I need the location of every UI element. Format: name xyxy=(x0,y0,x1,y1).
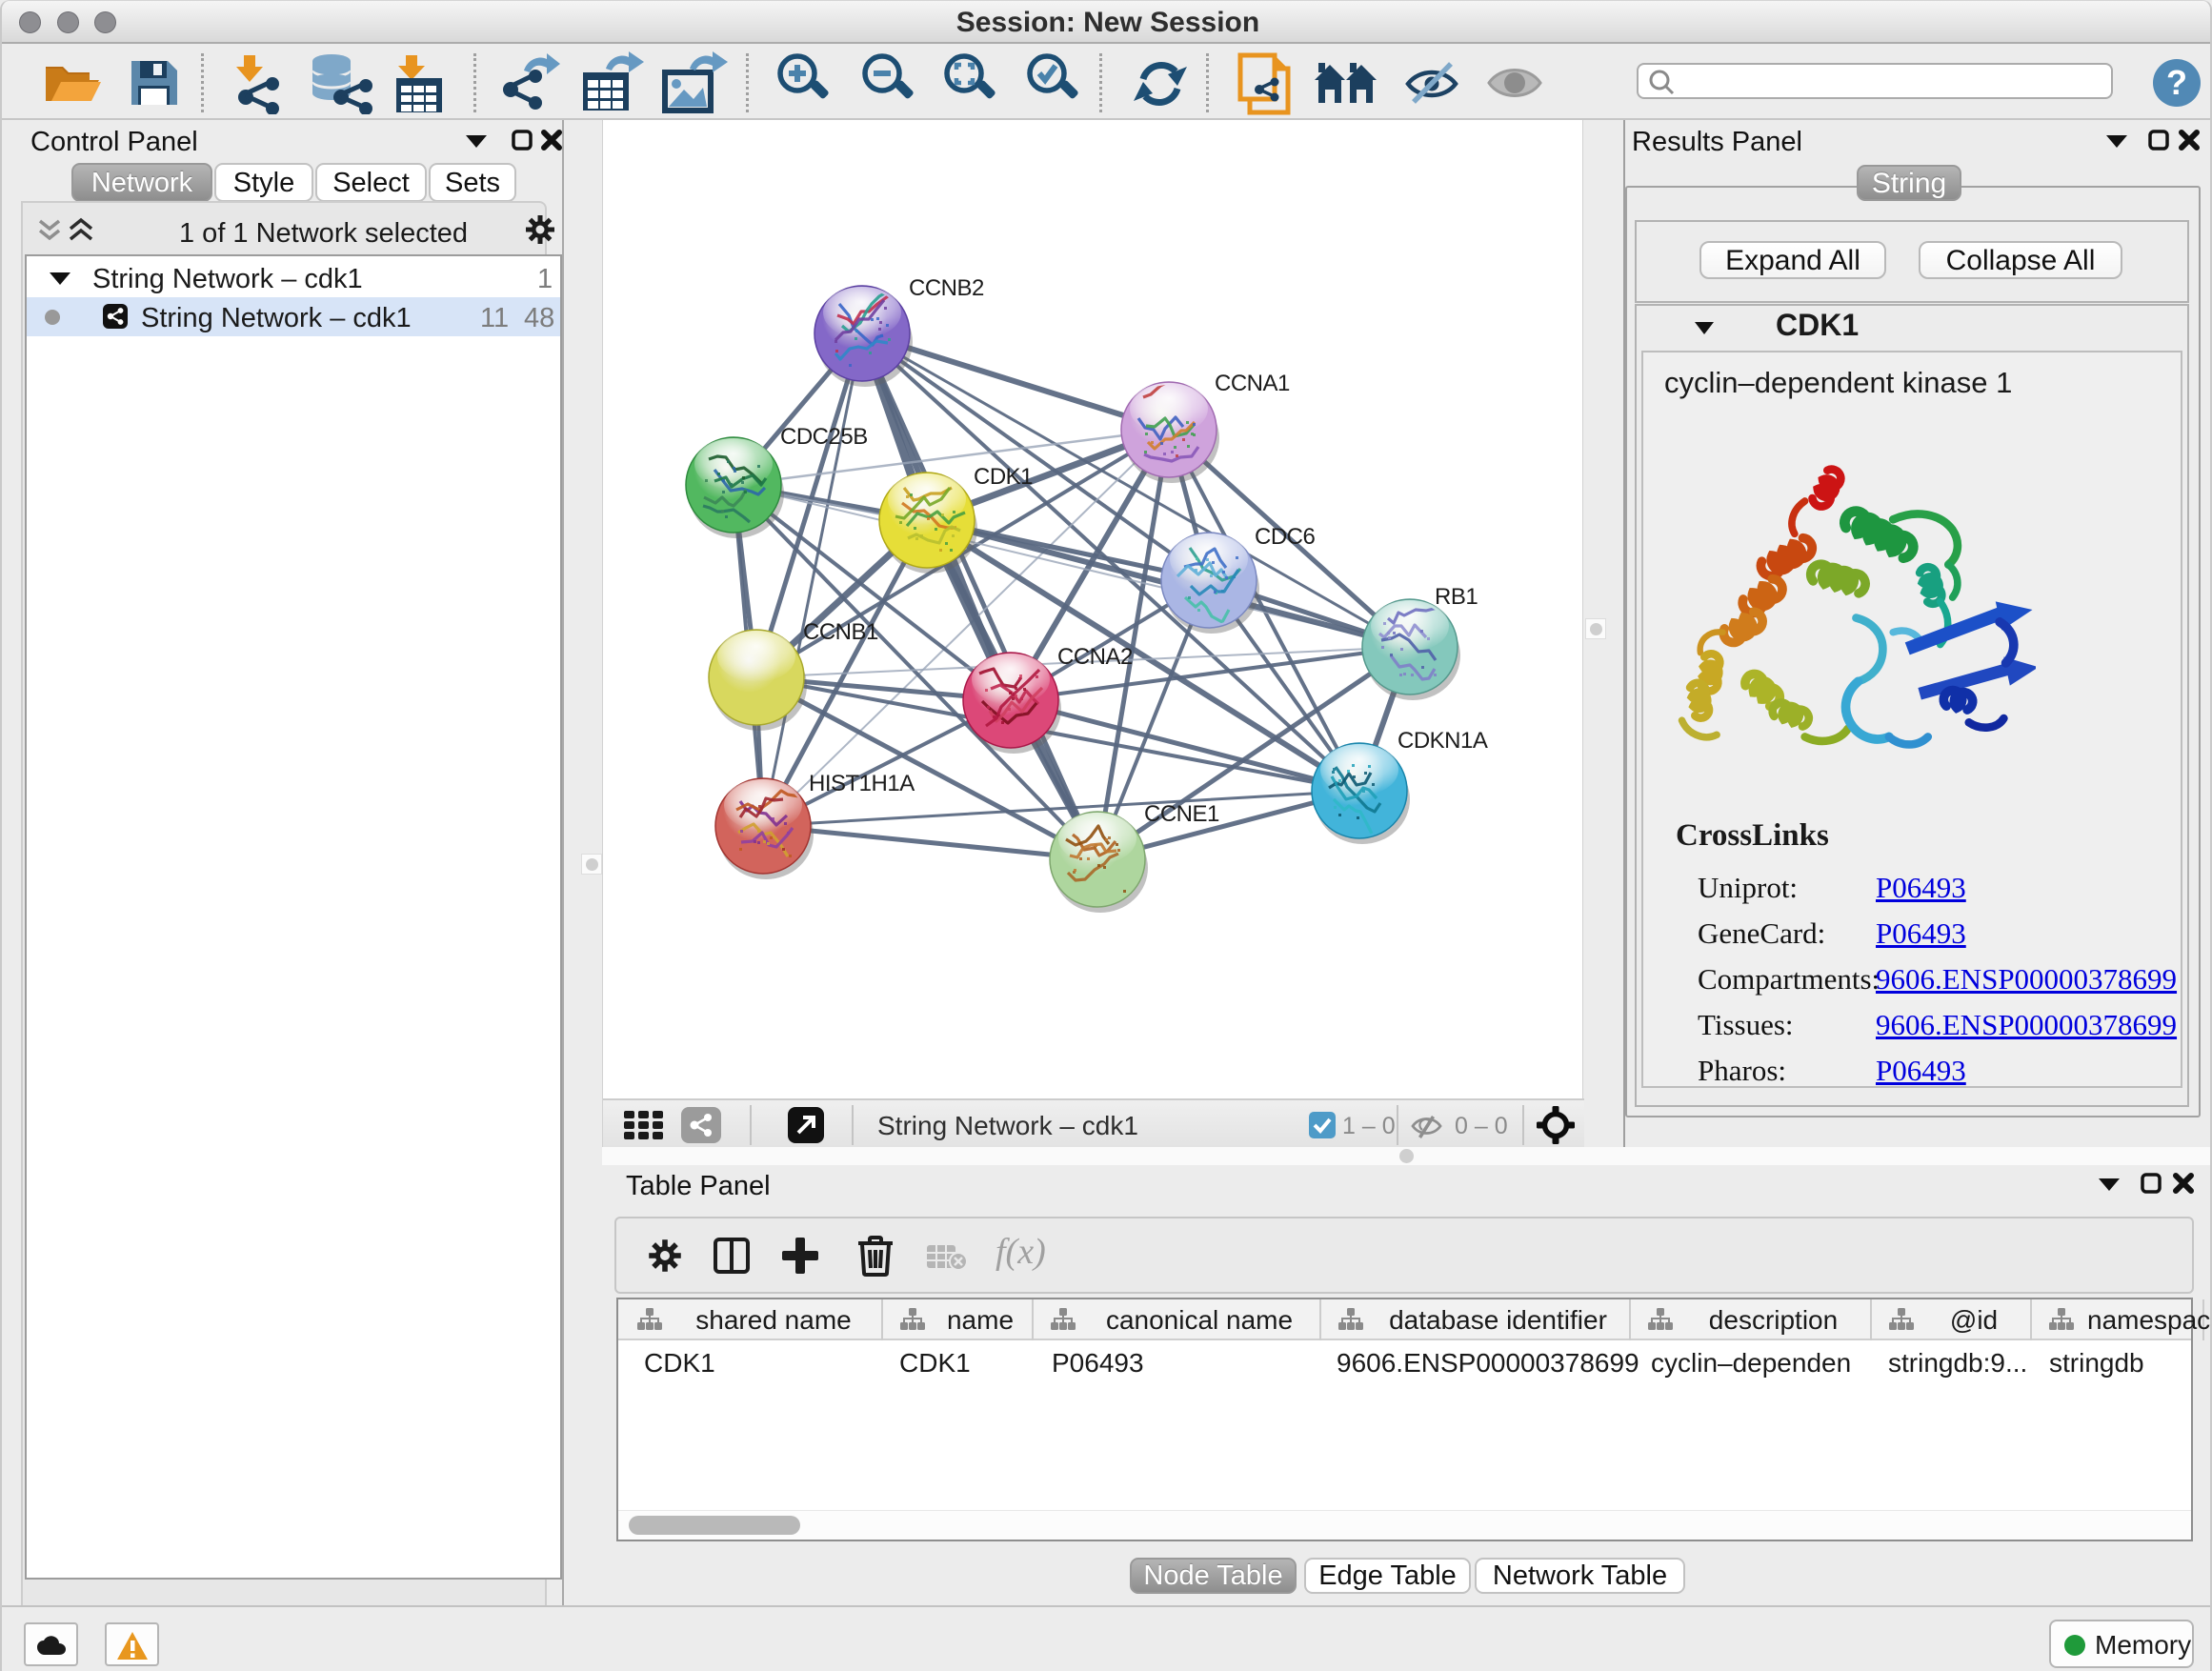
svg-text:CDKN1A: CDKN1A xyxy=(1398,728,1488,754)
svg-text:RB1: RB1 xyxy=(1435,584,1478,610)
svg-text:CDK1: CDK1 xyxy=(974,464,1033,490)
svg-text:CCNB2: CCNB2 xyxy=(909,275,984,301)
svg-text:CCNA2: CCNA2 xyxy=(1057,644,1133,670)
svg-text:CCNA1: CCNA1 xyxy=(1215,371,1290,396)
svg-text:CCNB1: CCNB1 xyxy=(803,619,878,645)
svg-text:CDC6: CDC6 xyxy=(1255,524,1315,550)
svg-text:CCNE1: CCNE1 xyxy=(1144,801,1219,827)
svg-text:CDC25B: CDC25B xyxy=(780,424,868,450)
svg-text:HIST1H1A: HIST1H1A xyxy=(809,771,915,796)
svg-text:?: ? xyxy=(2166,63,2187,102)
